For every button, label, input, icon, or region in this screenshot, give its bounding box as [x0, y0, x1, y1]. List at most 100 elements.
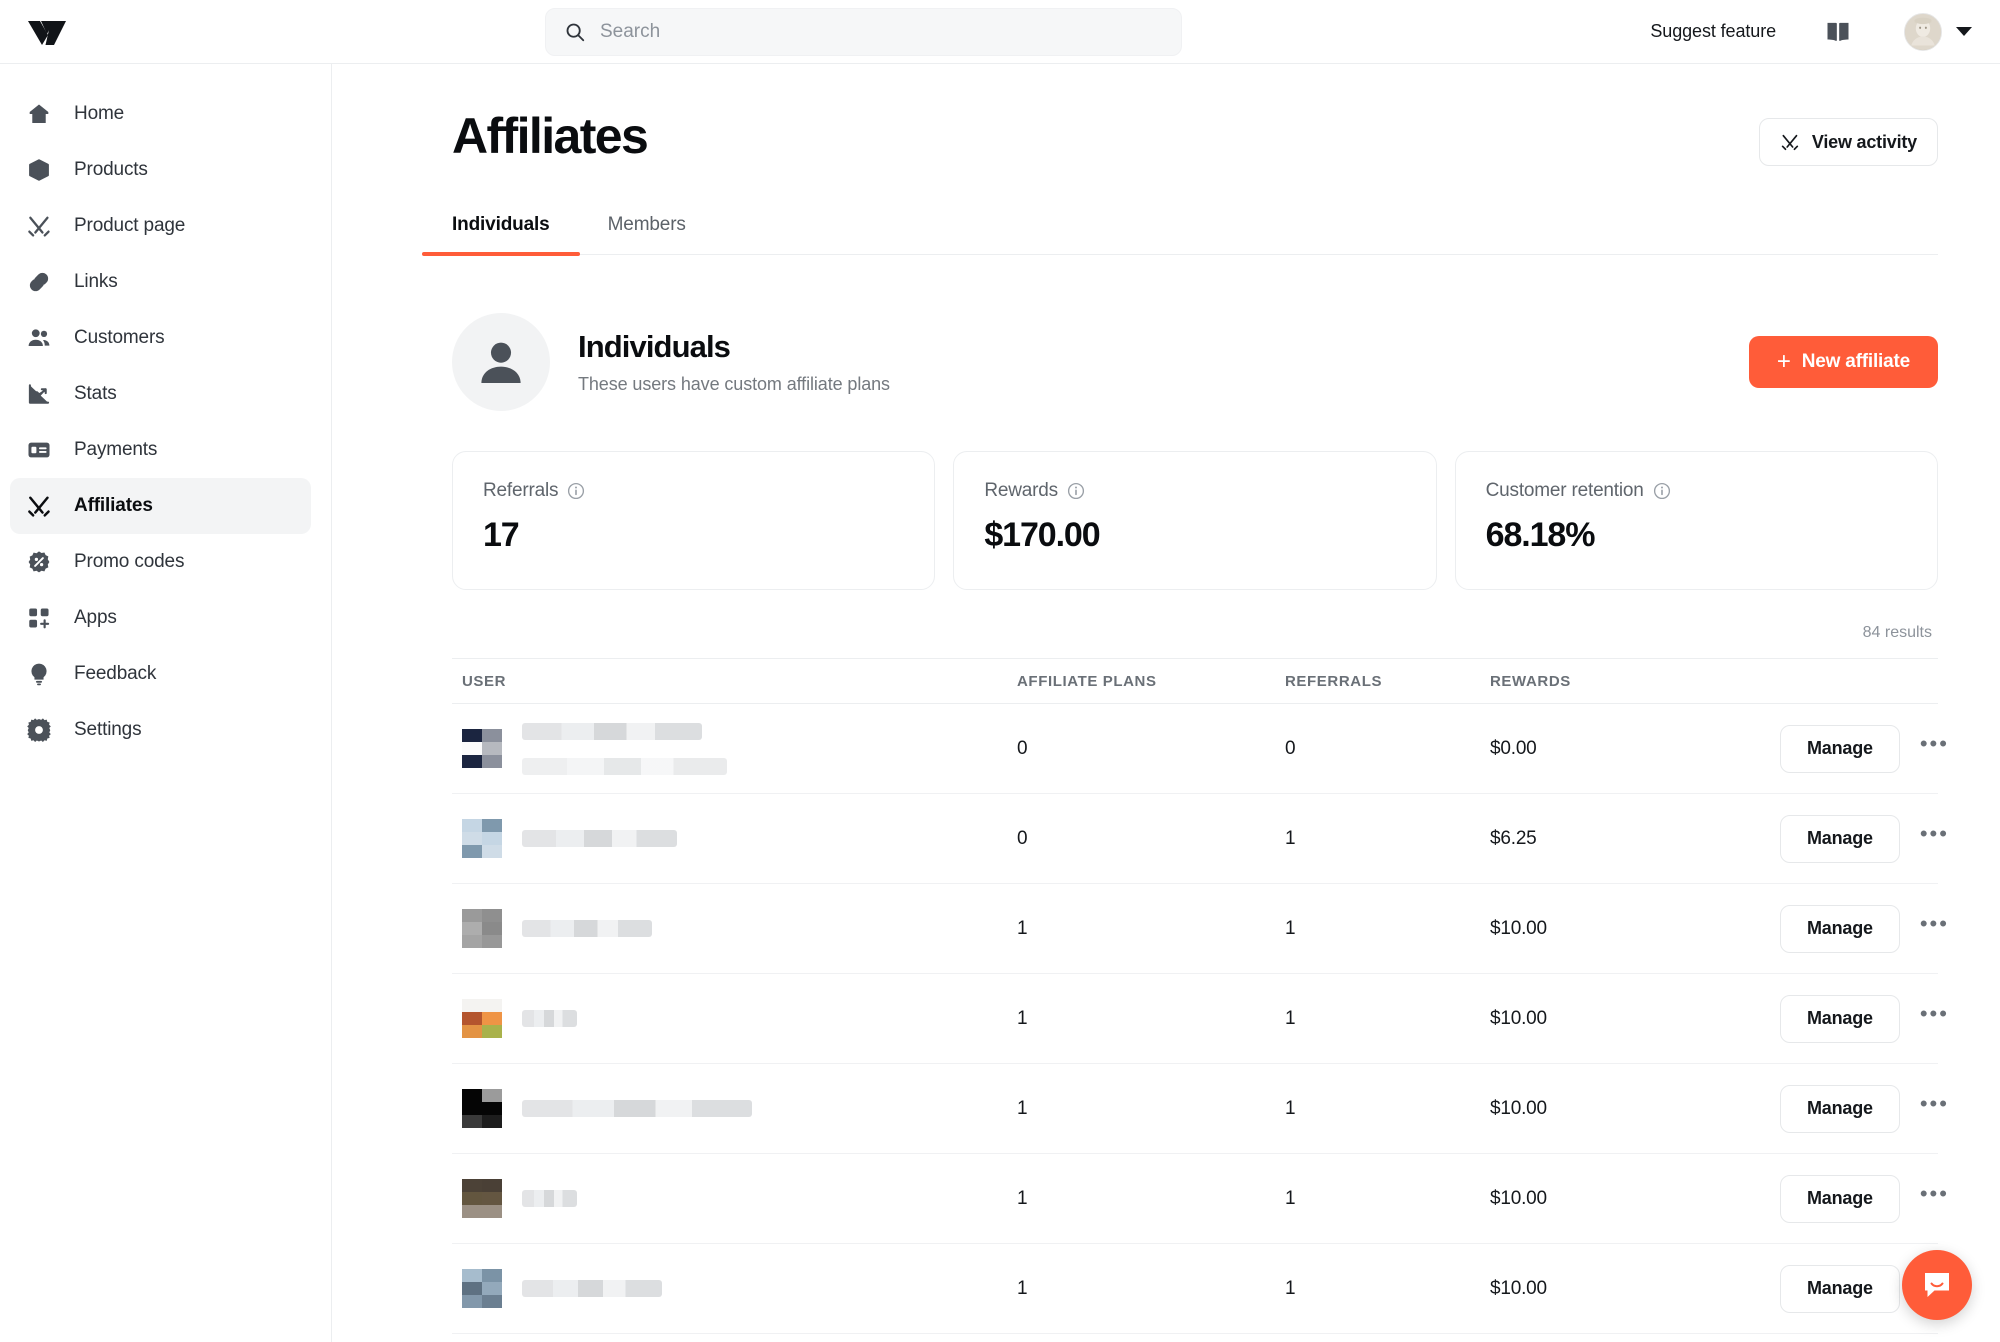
cell-user	[452, 908, 1017, 949]
app-root: Suggest feature	[0, 0, 2000, 1342]
cell-affiliate-plans-value: 1	[1017, 1097, 1028, 1119]
user-name-group	[522, 1280, 662, 1297]
more-options-icon[interactable]: •••	[1914, 1003, 1955, 1029]
tab-bar: Individuals Members	[422, 214, 1938, 256]
sidebar: Home Products Product page Links Custome…	[0, 64, 332, 1342]
sidebar-item-home[interactable]: Home	[10, 86, 311, 142]
column-header-referrals: REFERRALS	[1285, 672, 1383, 690]
avatar	[1904, 12, 1942, 51]
sidebar-item-promo-codes[interactable]: Promo codes	[10, 534, 311, 590]
cell-referrals: 1	[1285, 828, 1490, 850]
cell-rewards-value: $0.00	[1490, 737, 1537, 759]
account-menu-button[interactable]	[1904, 12, 1972, 51]
table-row[interactable]: 11$10.00Manage•••	[452, 1244, 1947, 1334]
table-row[interactable]: 11$10.00Manage•••	[452, 1154, 1947, 1244]
cell-affiliate-plans: 1	[1017, 1188, 1285, 1210]
sidebar-item-links[interactable]: Links	[10, 254, 311, 310]
table-body: 0 0 $0.00 Manage ••• 0 1 $6.25 Manage ••• 1 1 $10.00…	[452, 704, 1947, 1334]
cell-referrals-value: 1	[1285, 1097, 1296, 1119]
manage-button[interactable]: Manage	[1780, 1174, 1900, 1223]
stat-card-customer-retention: Customer retention 68.18%	[1454, 451, 1938, 590]
cell-actions: Manage •••	[1780, 904, 1963, 953]
search-box[interactable]	[545, 7, 1182, 56]
table-row[interactable]: 0 0 $0.00 Manage •••	[452, 704, 1947, 794]
sidebar-item-stats[interactable]: Stats	[10, 366, 311, 422]
cell-affiliate-plans-value: 0	[1017, 737, 1028, 759]
info-icon[interactable]	[1653, 482, 1671, 500]
manage-button[interactable]: Manage	[1780, 1084, 1900, 1133]
sidebar-item-settings[interactable]: Settings	[10, 702, 311, 758]
more-options-icon[interactable]: •••	[1914, 733, 1955, 759]
home-icon	[26, 101, 52, 127]
stat-card-rewards: Rewards $170.00	[953, 451, 1437, 590]
sidebar-item-payments[interactable]: Payments	[10, 422, 311, 478]
more-options-icon[interactable]: •••	[1914, 913, 1955, 939]
info-icon[interactable]	[1067, 482, 1085, 500]
user-avatar-redacted	[462, 1178, 502, 1219]
cell-referrals: 1	[1285, 1188, 1490, 1210]
user-name-redacted	[522, 920, 652, 937]
new-affiliate-button[interactable]: + New affiliate	[1748, 336, 1938, 388]
cell-actions: Manage •••	[1780, 1174, 1963, 1223]
user-name-group	[522, 920, 652, 937]
more-options-icon[interactable]: •••	[1914, 1093, 1955, 1119]
sidebar-item-label: Home	[74, 103, 125, 124]
tab-individuals[interactable]: Individuals	[422, 214, 580, 256]
sidebar-item-products[interactable]: Products	[10, 142, 311, 198]
manage-button[interactable]: Manage	[1780, 724, 1900, 773]
tab-members[interactable]: Members	[608, 214, 686, 254]
more-options-icon[interactable]: •••	[1914, 823, 1955, 849]
cell-affiliate-plans-value: 0	[1017, 827, 1028, 849]
user-name-redacted	[522, 757, 727, 775]
table-row[interactable]: 11$10.00Manage•••	[452, 974, 1947, 1064]
cell-affiliate-plans: 1	[1017, 1278, 1285, 1300]
cell-referrals: 1	[1285, 1098, 1490, 1120]
page-header: Affiliates View activity	[452, 64, 1938, 166]
chat-bubble-icon	[1925, 1273, 1949, 1297]
cell-actions: Manage •••	[1780, 1084, 1963, 1133]
sidebar-item-customers[interactable]: Customers	[10, 310, 311, 366]
cell-referrals-value: 1	[1285, 1187, 1296, 1209]
info-icon[interactable]	[567, 482, 585, 500]
column-header-affiliate-plans: AFFILIATE PLANS	[1017, 672, 1157, 690]
cell-actions: Manage •••	[1780, 724, 1963, 773]
sidebar-item-feedback[interactable]: Feedback	[10, 646, 311, 702]
cell-affiliate-plans: 1	[1017, 1098, 1285, 1120]
individuals-avatar	[452, 313, 550, 411]
sidebar-item-apps[interactable]: Apps	[10, 590, 311, 646]
user-name-redacted	[522, 1280, 662, 1297]
view-activity-button[interactable]: View activity	[1758, 118, 1938, 166]
cell-rewards: $6.25	[1490, 828, 1780, 850]
affiliates-table: USER AFFILIATE PLANS REFERRALS REWARDS 0…	[452, 658, 1947, 1334]
search-container	[545, 7, 1182, 56]
more-options-icon[interactable]: •••	[1914, 1183, 1955, 1209]
manage-button[interactable]: Manage	[1780, 994, 1900, 1043]
table-row[interactable]: 0 1 $6.25 Manage •••	[452, 794, 1947, 884]
search-input[interactable]	[600, 20, 1163, 43]
stat-label: Referrals	[483, 480, 559, 501]
sidebar-item-product-page[interactable]: Product page	[10, 198, 311, 254]
manage-button[interactable]: Manage	[1780, 814, 1900, 863]
manage-button[interactable]: Manage	[1780, 904, 1900, 953]
sidebar-item-label: Feedback	[74, 663, 157, 684]
table-row[interactable]: 11$10.00Manage•••	[452, 884, 1947, 974]
cell-referrals: 1	[1285, 918, 1490, 940]
cell-rewards-value: $10.00	[1490, 1187, 1547, 1209]
sidebar-item-affiliates[interactable]: Affiliates	[10, 478, 311, 534]
search-icon	[566, 23, 585, 41]
intercom-chat-button[interactable]	[1902, 1250, 1972, 1320]
results-count: 84 results	[1862, 624, 1932, 641]
manage-button[interactable]: Manage	[1780, 1264, 1900, 1313]
logo-container[interactable]	[0, 15, 333, 49]
sidebar-item-label: Settings	[74, 719, 142, 740]
stat-cards: Referrals 17 Rewards $170.00 Customer re…	[452, 451, 1938, 590]
stat-label-row: Referrals	[483, 480, 904, 502]
cell-actions: Manage •••	[1780, 814, 1963, 863]
cell-rewards: $10.00	[1490, 1008, 1780, 1030]
gear-icon	[26, 717, 52, 743]
user-name-redacted	[522, 830, 677, 847]
user-name-redacted	[522, 722, 702, 740]
suggest-feature-link[interactable]: Suggest feature	[1650, 21, 1776, 42]
book-icon[interactable]	[1824, 18, 1852, 46]
table-row[interactable]: 11$10.00Manage•••	[452, 1064, 1947, 1154]
